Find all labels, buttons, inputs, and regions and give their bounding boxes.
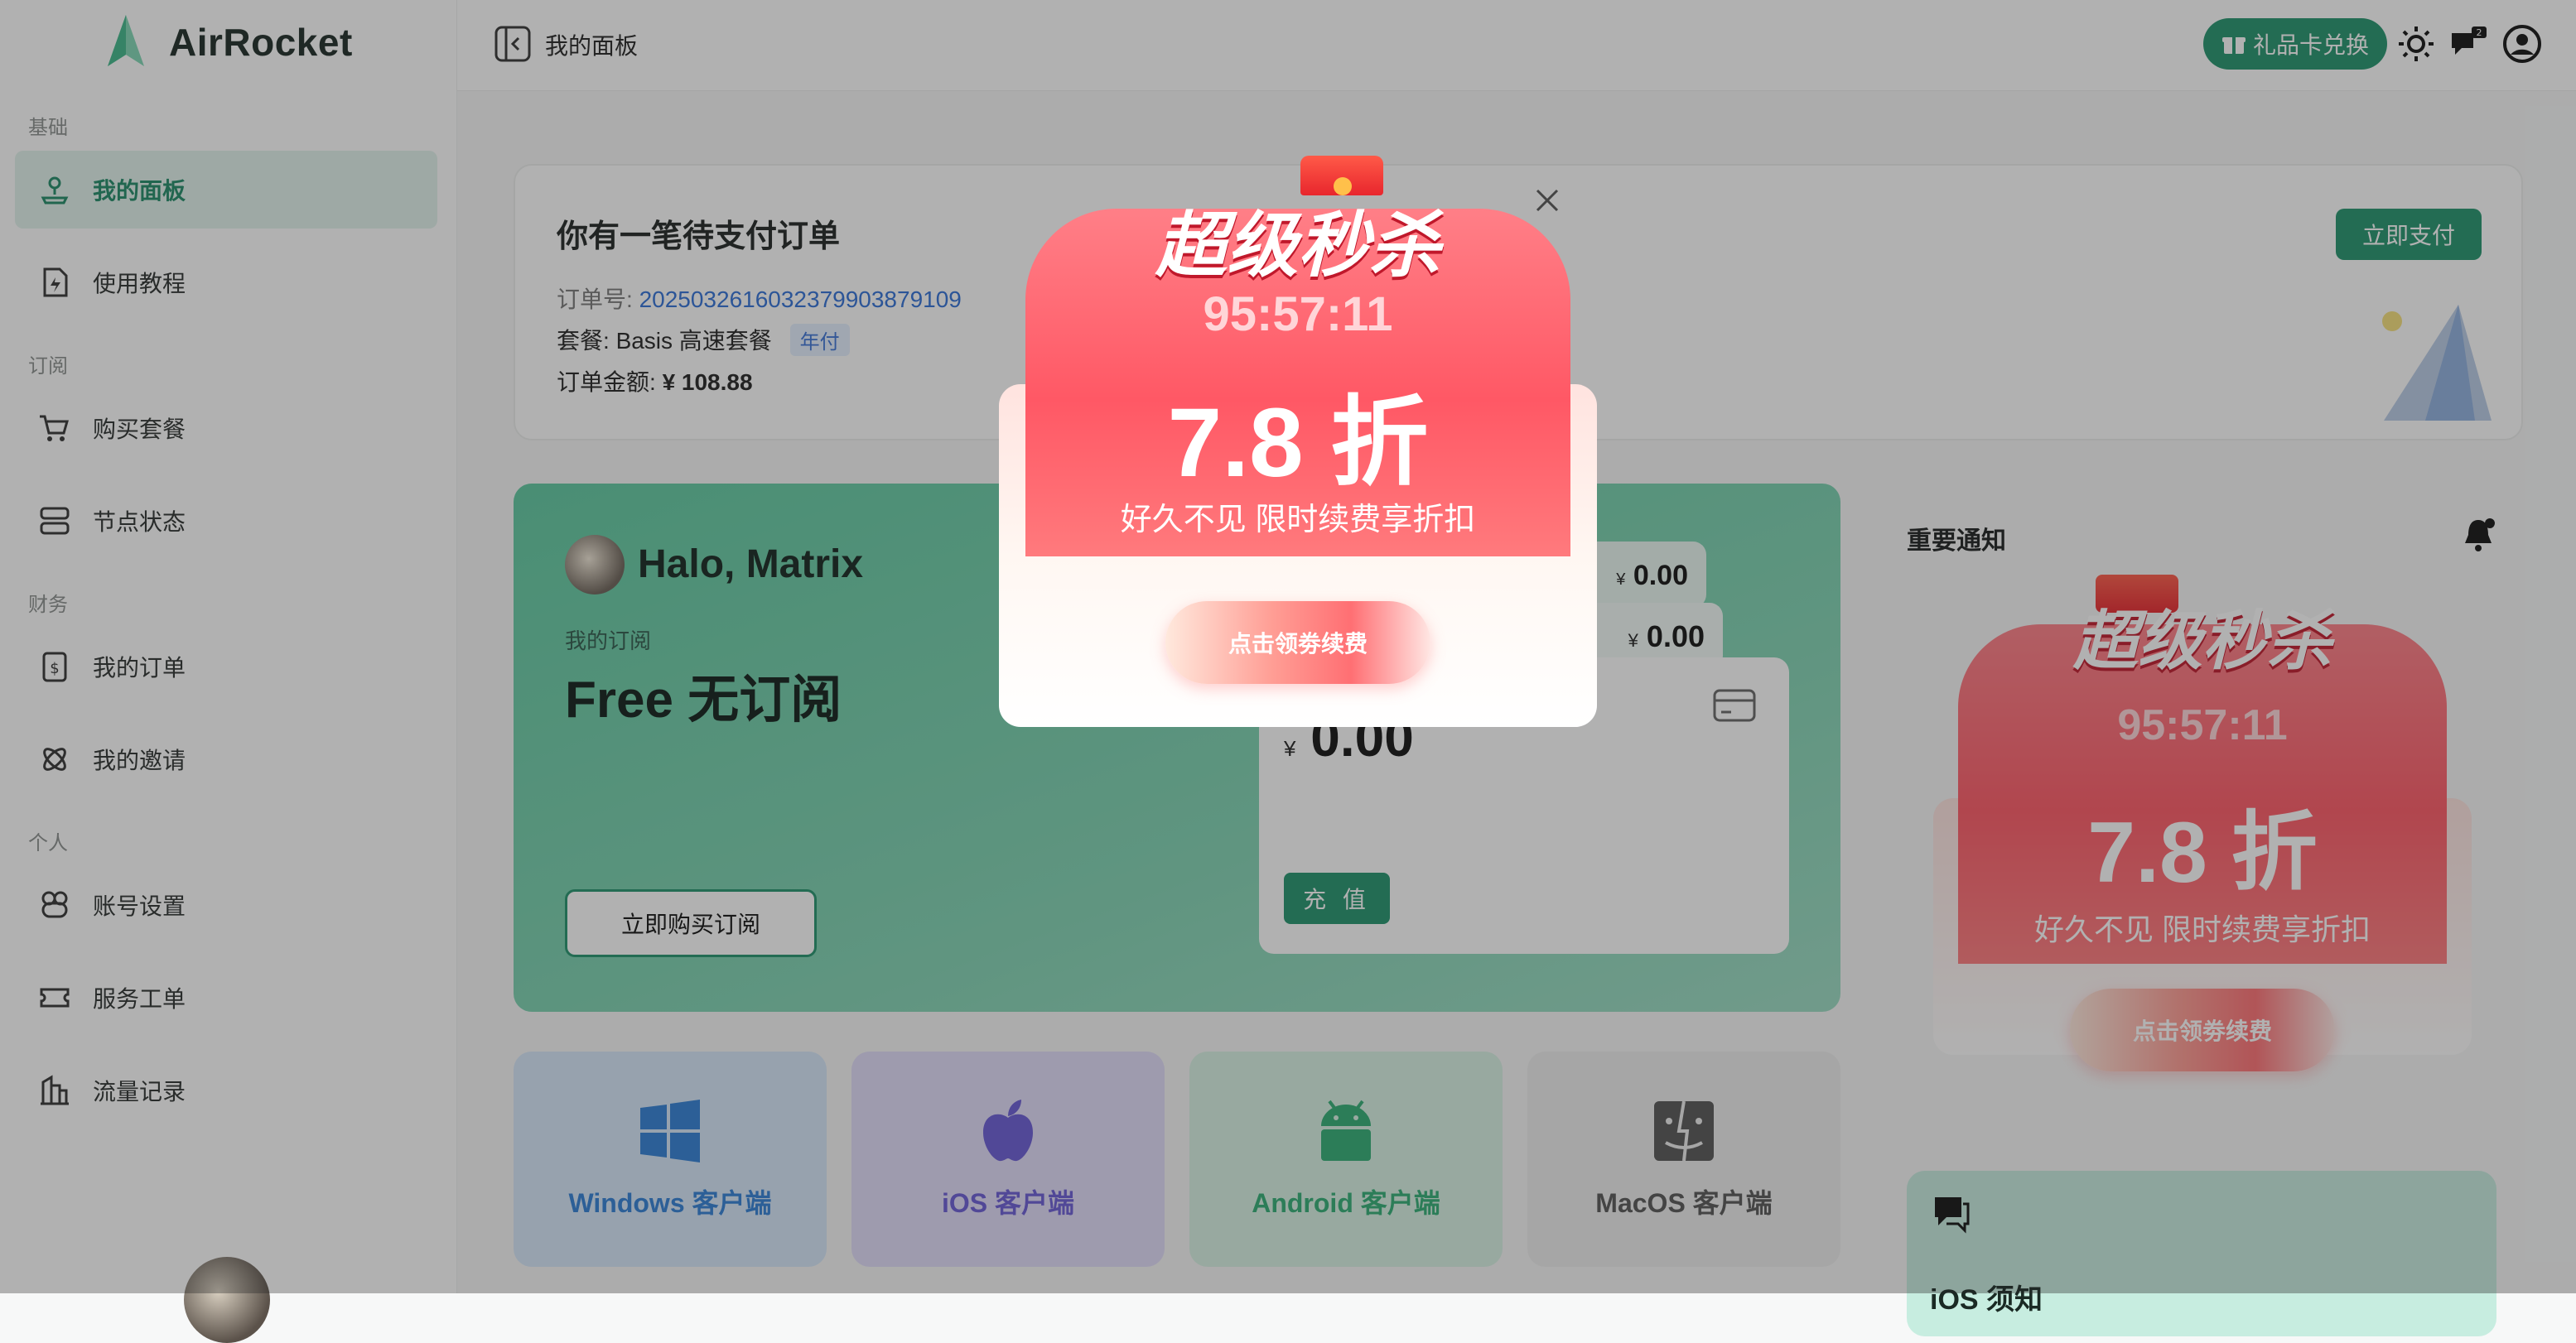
promo-title: 超级秒杀	[1155, 204, 1440, 287]
promo-countdown: 95:57:11	[1203, 287, 1393, 341]
promo-subtitle: 好久不见 限时续费享折扣	[1120, 503, 1476, 537]
promo-discount: 7.8 折	[1167, 388, 1429, 498]
promo-modal: 超级秒杀 95:57:11 7.8 折 好久不见 限时续费享折扣 点击领劵续费	[999, 156, 1597, 727]
claim-coupon-button[interactable]: 点击领劵续费	[1165, 601, 1430, 684]
close-icon[interactable]	[1532, 185, 1562, 215]
